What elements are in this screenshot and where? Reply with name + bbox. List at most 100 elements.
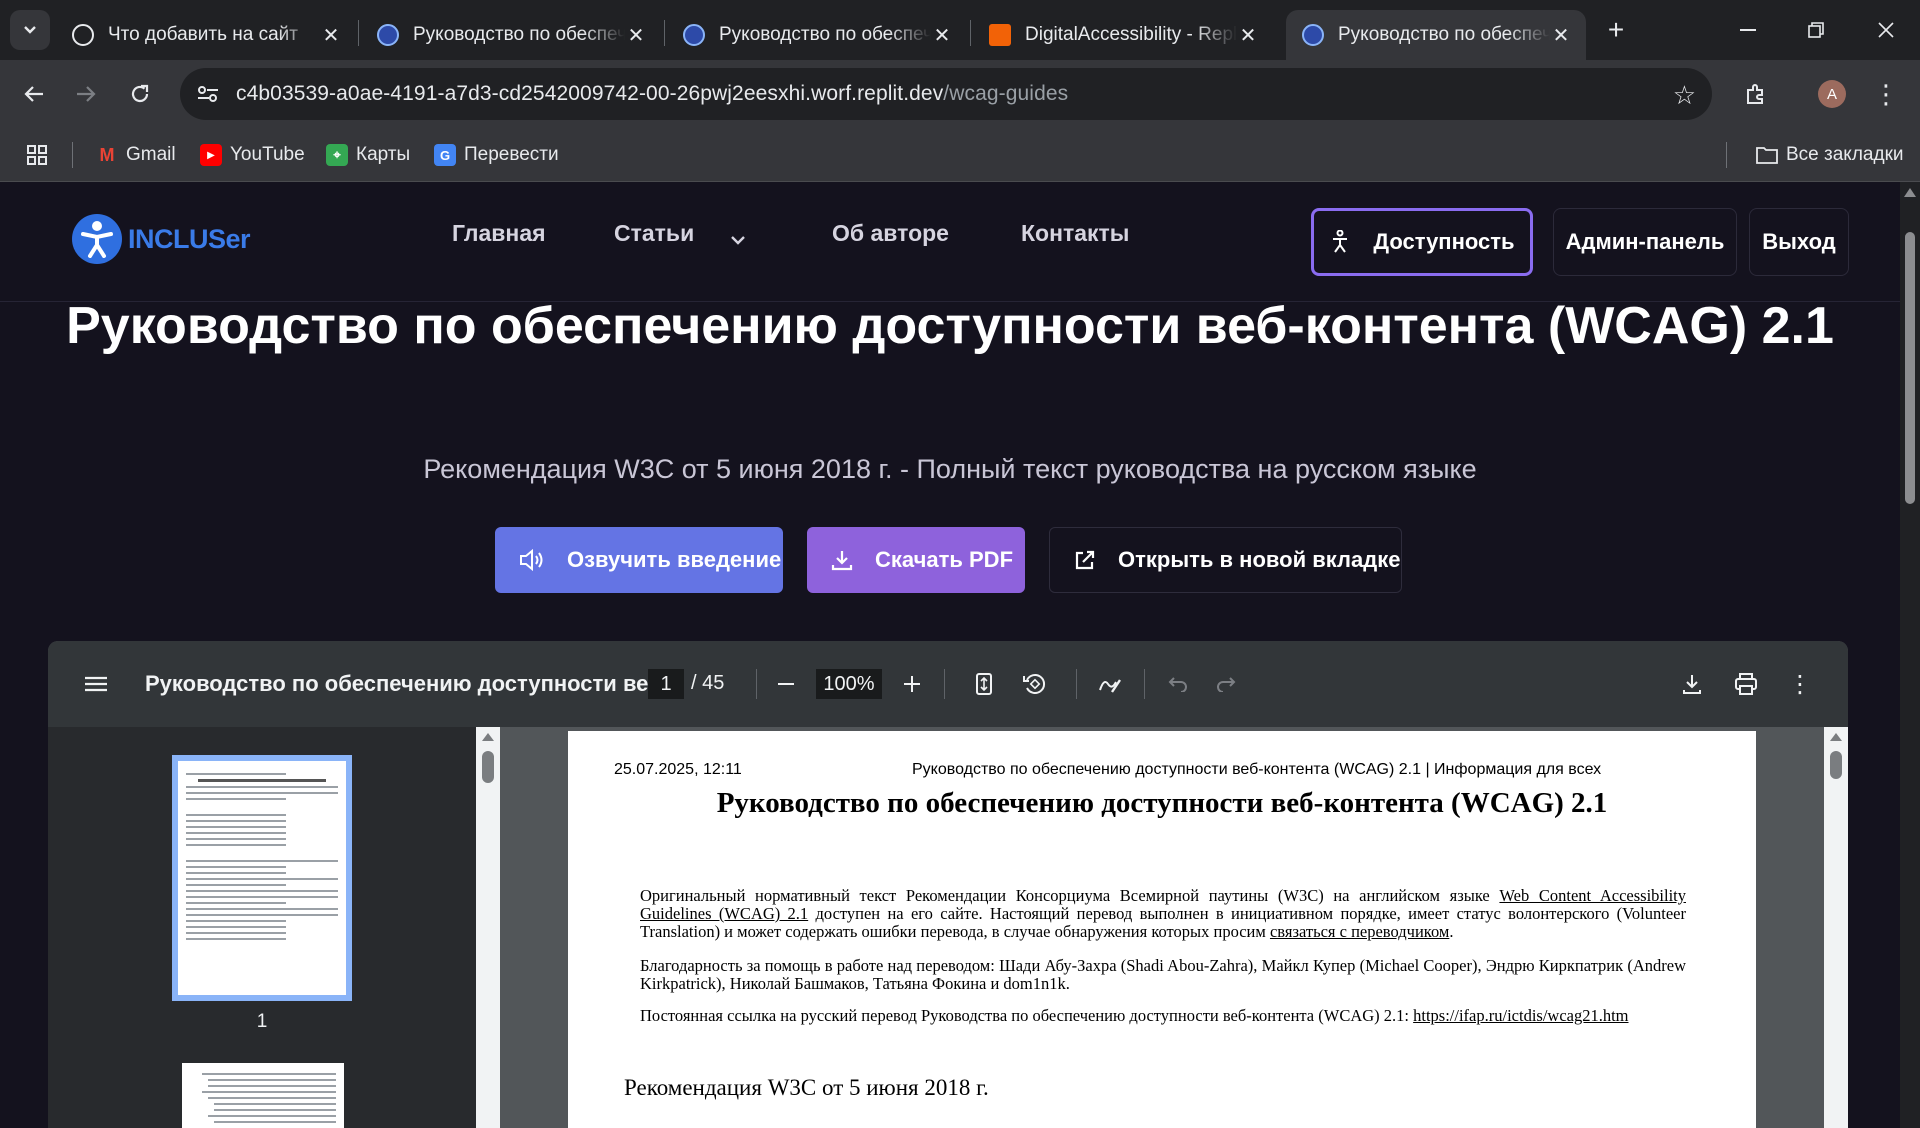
tab-strip: Что добавить на сайт ✕ Руководство по об… [0,0,1920,60]
tab-divider [358,20,359,46]
thumbnail-scrollbar[interactable] [476,727,500,1128]
page-thumbnail-2[interactable] [182,1063,344,1128]
bookmarks-divider [72,142,73,168]
bookmark-label: Перевести [464,144,559,165]
page-scrollbar[interactable] [1900,182,1920,1128]
back-arrow-icon[interactable] [14,74,54,114]
bookmark-translate[interactable]: G Перевести [434,140,559,170]
more-vert-icon[interactable]: ⋮ [1782,666,1818,702]
tab-3[interactable]: Руководство по обеспечению доступности ✕ [667,10,967,60]
bookmark-gmail[interactable]: M Gmail [96,140,176,170]
open-new-tab-button[interactable]: Открыть в новой вкладке [1049,527,1402,593]
close-icon[interactable]: ✕ [931,23,953,48]
accessibility-icon [1333,230,1348,253]
accessibility-person-icon [72,214,122,264]
print-icon[interactable] [1728,666,1764,702]
url-text: c4b03539-a0ae-4191-a7d3-cd2542009742-00-… [236,82,1068,106]
pdf-page: 25.07.2025, 12:11 Руководство по обеспеч… [568,731,1756,1128]
window-close-icon[interactable] [1852,0,1920,60]
bookmark-maps[interactable]: ⌖ Карты [326,140,410,170]
nav-articles[interactable]: Статьи [614,220,694,247]
logout-button[interactable]: Выход [1749,208,1849,276]
tab-2[interactable]: Руководство по обеспечению доступности ✕ [361,10,661,60]
download-pdf-button[interactable]: Скачать PDF [807,527,1025,593]
zoom-out-icon[interactable] [768,666,804,702]
toolbar-divider [1076,669,1077,699]
all-bookmarks[interactable]: Все закладки [1756,140,1904,170]
close-icon[interactable]: ✕ [1237,23,1259,48]
close-icon[interactable]: ✕ [625,23,647,48]
profile-avatar[interactable]: A [1818,80,1846,108]
close-icon[interactable]: ✕ [320,23,342,48]
scrollbar-thumb[interactable] [1905,232,1915,504]
close-icon[interactable]: ✕ [1550,23,1572,48]
minimize-icon[interactable] [1714,0,1782,60]
new-tab-plus-icon[interactable]: + [1596,10,1636,50]
page-header-title: Руководство по обеспечению доступности в… [912,761,1602,778]
annotate-pen-icon[interactable] [1092,666,1128,702]
site-settings-icon[interactable] [180,85,236,103]
more-vert-icon[interactable]: ⋮ [1866,74,1906,114]
restore-icon[interactable] [1782,0,1850,60]
open-new-tab-label: Открыть в новой вкладке [1118,547,1401,572]
tab-4[interactable]: DigitalAccessibility - Replit ✕ [973,10,1273,60]
tab-1[interactable]: Что добавить на сайт ✕ [56,10,356,60]
paragraph-text: Оригинальный нормативный текст Рекоменда… [640,886,1500,905]
bookmark-label: Gmail [126,144,176,165]
download-icon[interactable] [1674,666,1710,702]
replit-icon [989,24,1011,46]
url-path: /wcag-guides [943,82,1069,105]
youtube-icon: ▶ [200,144,222,166]
accessibility-button[interactable]: Доступность [1311,208,1533,276]
speak-intro-button[interactable]: Озвучить введение [495,527,783,593]
toolbar-divider [944,669,945,699]
page-number-input[interactable]: 1 [648,669,684,699]
reload-icon[interactable] [120,74,160,114]
apps-grid-icon[interactable] [26,140,48,170]
menu-icon[interactable] [78,666,114,702]
bookmarks-divider [1726,142,1727,168]
page-subtitle: Рекомендация W3C от 5 июня 2018 г. - Пол… [423,454,1477,484]
maps-icon: ⌖ [326,144,348,166]
site-logo[interactable]: INCLUSer [72,214,251,264]
nav-about[interactable]: Об авторе [832,220,949,247]
pdf-toolbar: Руководство по обеспечению доступности в… [48,641,1848,727]
undo-icon[interactable] [1160,666,1196,702]
document-paragraph-1: Оригинальный нормативный текст Рекоменда… [640,887,1686,941]
zoom-input[interactable]: 100% [816,669,882,699]
extensions-icon[interactable] [1736,74,1776,114]
web-page: INCLUSer Главная Статьи Об авторе Контак… [0,182,1900,1128]
fit-page-icon[interactable] [966,666,1002,702]
openai-icon [72,24,94,46]
tab-title: Что добавить на сайт [108,24,298,45]
bookmark-star-icon[interactable]: ☆ [1673,80,1696,111]
page-thumbnail-1[interactable] [172,755,352,1001]
toolbar-divider [756,669,757,699]
document-title: Руководство по обеспечению доступности в… [716,787,1608,819]
translator-contact-link[interactable]: связаться с переводчиком [1270,922,1449,941]
permalink-link[interactable]: https://ifap.ru/ictdis/wcag21.htm [1413,1006,1628,1025]
accessibility-label: Доступность [1373,229,1515,254]
chevron-down-icon[interactable] [730,232,746,250]
scroll-up-icon[interactable] [1904,188,1916,197]
address-bar[interactable]: c4b03539-a0ae-4191-a7d3-cd2542009742-00-… [180,68,1712,120]
document-paragraph-2: Благодарность за помощь в работе над пер… [640,956,1686,993]
tab-search-button[interactable] [10,10,50,50]
pdf-scrollbar[interactable] [1824,727,1848,1128]
rotate-icon[interactable] [1016,666,1052,702]
all-bookmarks-label: Все закладки [1786,144,1904,165]
bookmark-youtube[interactable]: ▶ YouTube [200,140,305,170]
download-icon [831,551,853,571]
tab-5-active[interactable]: Руководство по обеспечению доступности ✕ [1286,10,1586,60]
redo-icon[interactable] [1208,666,1244,702]
tab-title: DigitalAccessibility - Replit [1025,24,1237,45]
nav-home[interactable]: Главная [452,220,546,247]
zoom-in-icon[interactable] [894,666,930,702]
admin-panel-button[interactable]: Админ-панель [1553,208,1737,276]
site-favicon-icon [377,24,399,46]
document-paragraph-3: Постоянная ссылка на русский перевод Рук… [640,1007,1686,1025]
tab-title: Руководство по обеспечению доступности [1338,24,1550,45]
browser-toolbar: c4b03539-a0ae-4191-a7d3-cd2542009742-00-… [0,60,1920,128]
nav-contacts[interactable]: Контакты [1021,220,1129,247]
forward-arrow-icon[interactable] [66,74,106,114]
